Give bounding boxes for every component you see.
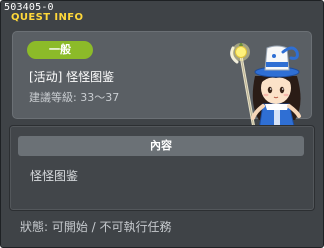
window-title: QUEST INFO <box>11 12 84 23</box>
quest-status: 狀態: 可開始 / 不可執行任務 <box>20 220 172 234</box>
quest-summary-panel: 一般 [活动] 怪怪图鉴 建議等級: 33～37 <box>12 31 312 138</box>
quest-category-badge: 一般 <box>27 41 93 59</box>
content-header: 內容 <box>18 136 304 156</box>
content-body: 怪怪图鉴 <box>30 169 79 183</box>
recommended-level: 建議等級: 33～37 <box>29 91 120 104</box>
npc-portrait-image <box>230 43 301 138</box>
quest-info-window: 503405-0 QUEST INFO 一般 [活动] 怪怪图鉴 建議等級: 3… <box>0 0 324 248</box>
quest-name: [活动] 怪怪图鉴 <box>29 70 115 84</box>
quest-content-panel: 內容 怪怪图鉴 <box>9 125 315 211</box>
